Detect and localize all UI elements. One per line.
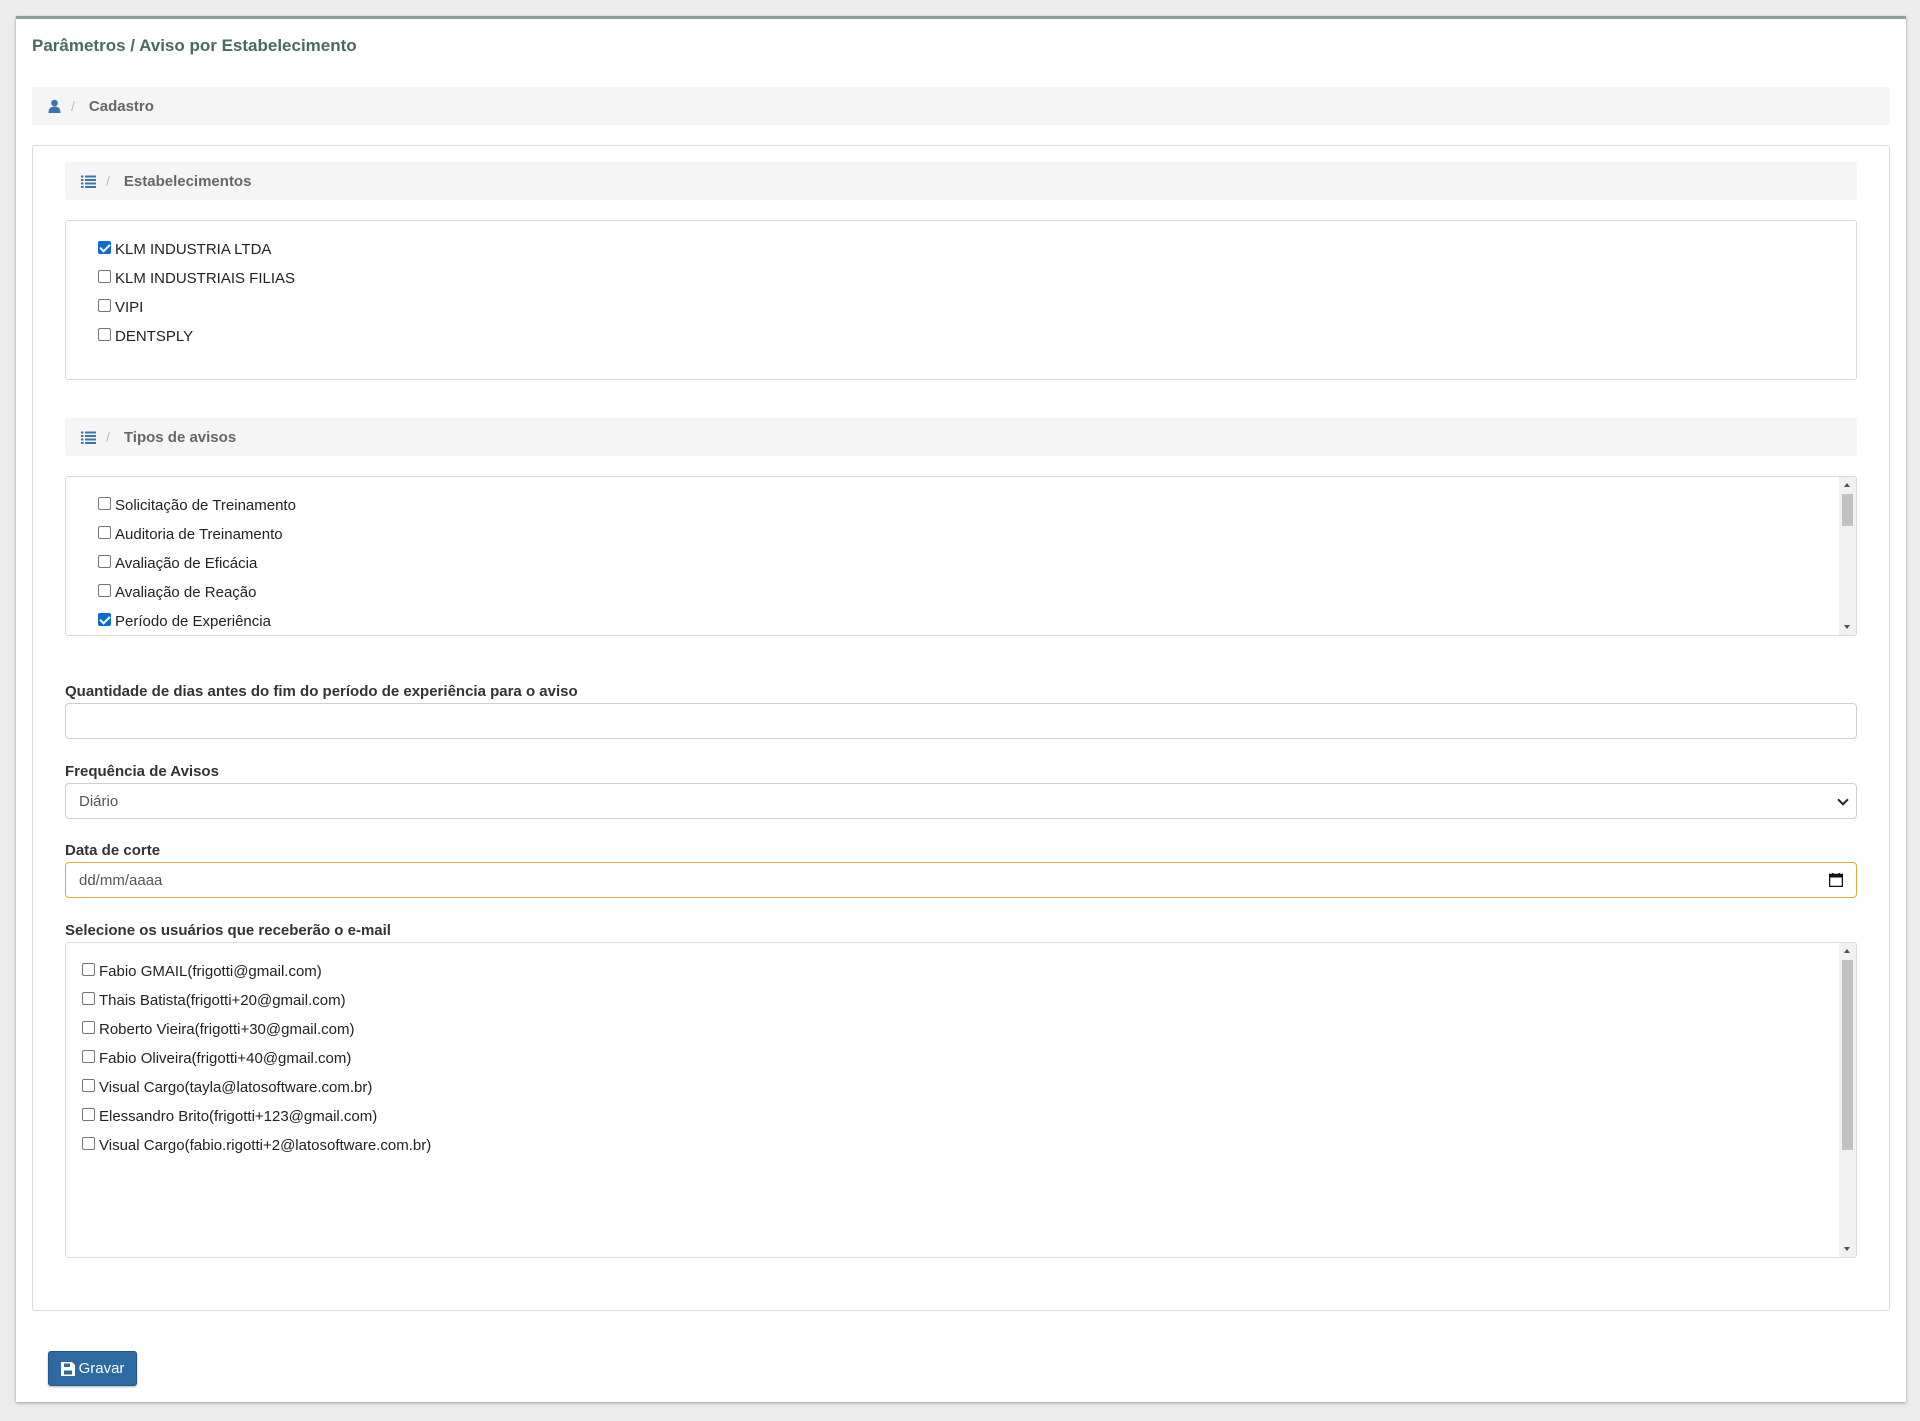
checkbox[interactable] [82,992,95,1005]
notice-type-label: Avaliação de Eficácia [115,555,258,572]
establishments-header-label: Estabelecimentos [123,172,252,190]
notice-type-item[interactable]: Avaliação de Reação [98,584,257,601]
establishment-item[interactable]: DENTSPLY [98,328,193,345]
checkbox[interactable] [82,1079,95,1092]
user-item[interactable]: Elessandro Brito(frigotti+123@gmail.com) [82,1108,377,1125]
establishment-label: KLM INDUSTRIAIS FILIAS [115,270,296,287]
notice-type-label: Avaliação de Reação [115,584,257,601]
save-button-label: Gravar [78,1360,125,1377]
checkbox[interactable] [98,241,111,254]
establishment-item[interactable]: KLM INDUSTRIA LTDA [98,241,271,258]
checkbox[interactable] [82,1050,95,1063]
user-label: Thais Batista(frigotti+20@gmail.com) [99,992,346,1009]
frequency-label: Frequência de Avisos [65,763,219,780]
user-item[interactable]: Visual Cargo(fabio.rigotti+2@latosoftwar… [82,1137,431,1154]
establishment-label: DENTSPLY [115,328,194,345]
scroll-thumb[interactable] [1842,494,1853,526]
save-button[interactable]: Gravar [48,1351,137,1386]
user-item[interactable]: Fabio Oliveira(frigotti+40@gmail.com) [82,1050,351,1067]
chevron-down-icon [1837,794,1849,806]
user-label: Visual Cargo(fabio.rigotti+2@latosoftwar… [99,1137,432,1154]
notice-types-header: / Tipos de avisos [65,418,1857,456]
notice-type-label: Período de Experiência [115,613,271,630]
user-item[interactable]: Roberto Vieira(frigotti+30@gmail.com) [82,1021,354,1038]
cutoff-date-label: Data de corte [65,842,161,859]
checkbox[interactable] [98,328,111,341]
establishment-label: KLM INDUSTRIA LTDA [115,241,272,258]
notice-type-item[interactable]: Avaliação de Eficácia [98,555,257,572]
scroll-up-icon[interactable] [1844,483,1850,487]
checkbox[interactable] [82,963,95,976]
checkbox[interactable] [98,270,111,283]
checkbox[interactable] [82,1021,95,1034]
breadcrumb: / Cadastro [32,87,1890,125]
establishment-item[interactable]: KLM INDUSTRIAIS FILIAS [98,270,295,287]
scrollbar[interactable] [1839,943,1856,1257]
checkbox[interactable] [98,497,111,510]
list-icon [81,431,96,444]
notice-type-label: Solicitação de Treinamento [115,497,296,514]
page-title: Parâmetros / Aviso por Estabelecimento [32,36,357,55]
save-icon [60,1361,75,1376]
form-panel: / Estabelecimentos KLM INDUSTRIA LTDA KL… [32,145,1890,1311]
establishments-header: / Estabelecimentos [65,162,1857,200]
user-label: Fabio GMAIL(frigotti@gmail.com) [99,963,322,980]
notice-types-list[interactable]: Solicitação de Treinamento Auditoria de … [65,476,1857,636]
user-item[interactable]: Visual Cargo(tayla@latosoftware.com.br) [82,1079,372,1096]
notice-type-item[interactable]: Período de Experiência [98,613,271,630]
user-item[interactable]: Thais Batista(frigotti+20@gmail.com) [82,992,346,1009]
breadcrumb-separator: / [71,98,75,114]
list-icon [81,175,96,188]
establishment-label: VIPI [115,299,144,316]
breadcrumb-label: Cadastro [88,97,154,115]
page-container: Parâmetros / Aviso por Estabelecimento /… [16,16,1906,1402]
user-label: Elessandro Brito(frigotti+123@gmail.com) [99,1108,378,1125]
checkbox[interactable] [98,299,111,312]
frequency-selected-value: Diário [79,792,119,810]
user-item[interactable]: Fabio GMAIL(frigotti@gmail.com) [82,963,322,980]
days-input[interactable] [65,703,1857,739]
header-separator: / [106,429,110,445]
notice-type-label: Auditoria de Treinamento [115,526,283,543]
checkbox[interactable] [98,526,111,539]
notice-types-header-label: Tipos de avisos [123,428,237,446]
establishments-list: KLM INDUSTRIA LTDA KLM INDUSTRIAIS FILIA… [65,220,1857,380]
user-label: Fabio Oliveira(frigotti+40@gmail.com) [99,1050,352,1067]
days-label: Quantidade de dias antes do fim do perío… [65,683,578,700]
scroll-thumb[interactable] [1842,960,1853,1150]
establishment-item[interactable]: VIPI [98,299,143,316]
checkbox[interactable] [98,584,111,597]
notice-type-item[interactable]: Auditoria de Treinamento [98,526,283,543]
user-icon [48,99,61,113]
date-placeholder: dd/mm/aaaa [79,871,163,889]
checkbox[interactable] [98,613,111,626]
cutoff-date-input[interactable]: dd/mm/aaaa [65,862,1857,898]
checkbox[interactable] [82,1137,95,1150]
user-label: Roberto Vieira(frigotti+30@gmail.com) [99,1021,355,1038]
users-label: Selecione os usuários que receberão o e-… [65,922,391,939]
header-separator: / [106,173,110,189]
scroll-down-icon[interactable] [1844,1247,1850,1251]
scroll-up-icon[interactable] [1844,949,1850,953]
scroll-down-icon[interactable] [1844,625,1850,629]
notice-type-item[interactable]: Solicitação de Treinamento [98,497,296,514]
user-label: Visual Cargo(tayla@latosoftware.com.br) [99,1079,373,1096]
checkbox[interactable] [82,1108,95,1121]
scrollbar[interactable] [1839,477,1856,635]
frequency-select[interactable]: Diário [65,783,1857,819]
checkbox[interactable] [98,555,111,568]
calendar-icon[interactable] [1829,873,1843,887]
users-list[interactable]: Fabio GMAIL(frigotti@gmail.com) Thais Ba… [65,942,1857,1258]
